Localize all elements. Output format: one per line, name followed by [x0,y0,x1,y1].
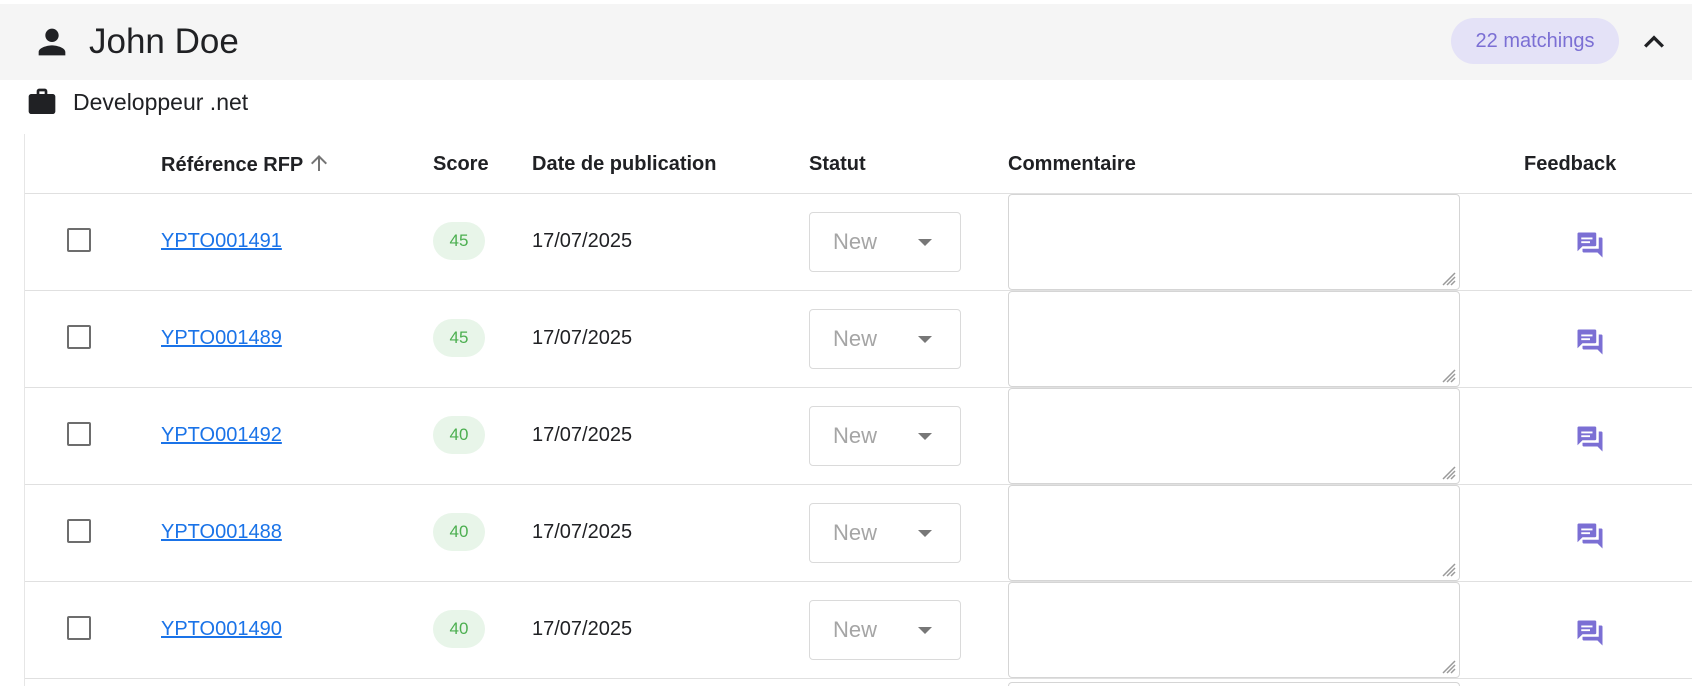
comment-textarea[interactable] [1008,485,1460,581]
status-value: New [833,423,878,448]
publication-date: 17/07/2025 [532,618,633,640]
row-checkbox[interactable] [67,616,91,640]
rfp-reference-link[interactable]: YPTO001492 [161,422,282,448]
matchings-table: Référence RFP Score Date de publication … [24,134,1692,686]
resize-grip-icon[interactable] [1437,364,1457,384]
row-checkbox[interactable] [67,325,91,349]
score-badge: 45 [433,319,485,357]
table-row: YPTO001492 40 17/07/2025 New [25,388,1692,485]
column-header-status[interactable]: Statut [809,151,866,177]
candidate-name: John Doe [89,22,239,61]
resize-grip-icon[interactable] [1437,461,1457,481]
row-checkbox[interactable] [67,519,91,543]
table-row: YPTO001489 45 17/07/2025 New [25,291,1692,388]
caret-down-icon [918,336,932,343]
column-header-reference-label: Référence RFP [161,154,304,176]
score-badge: 40 [433,416,485,454]
publication-date: 17/07/2025 [532,424,633,446]
column-header-score[interactable]: Score [433,151,489,177]
comment-textarea[interactable] [1008,388,1460,484]
caret-down-icon [918,239,932,246]
comment-textarea-partial [1008,682,1460,686]
status-select[interactable]: New [809,503,961,563]
status-select[interactable]: New [809,600,961,660]
status-select[interactable]: New [809,406,961,466]
arrow-up-icon [311,155,328,171]
caret-down-icon [918,627,932,634]
rfp-reference-link[interactable]: YPTO001491 [161,228,282,254]
table-row: YPTO001488 40 17/07/2025 New [25,485,1692,582]
table-body: YPTO001491 45 17/07/2025 New YPTO001489 … [25,194,1692,679]
column-header-date[interactable]: Date de publication [532,151,716,177]
caret-down-icon [918,433,932,440]
table-header: Référence RFP Score Date de publication … [25,134,1692,194]
rfp-reference-link[interactable]: YPTO001488 [161,519,282,545]
comment-textarea[interactable] [1008,194,1460,290]
row-checkbox[interactable] [67,422,91,446]
matchings-count-badge: 22 matchings [1451,18,1619,64]
rfp-reference-link[interactable]: YPTO001489 [161,325,282,351]
publication-date: 17/07/2025 [532,521,633,543]
chevron-up-icon[interactable] [1634,22,1674,62]
score-badge: 40 [433,610,485,648]
caret-down-icon [918,530,932,537]
comment-textarea[interactable] [1008,582,1460,678]
table-row: YPTO001491 45 17/07/2025 New [25,194,1692,291]
briefcase-icon [28,88,56,114]
row-checkbox[interactable] [67,228,91,252]
resize-grip-icon[interactable] [1437,267,1457,287]
resize-grip-icon[interactable] [1437,655,1457,675]
status-value: New [833,326,878,351]
score-badge: 40 [433,513,485,551]
publication-date: 17/07/2025 [532,230,633,252]
status-value: New [833,617,878,642]
table-row-partial [25,682,1692,686]
column-header-feedback: Feedback [1524,153,1617,175]
feedback-chat-icon[interactable] [1575,424,1605,454]
feedback-chat-icon[interactable] [1575,327,1605,357]
feedback-chat-icon[interactable] [1575,521,1605,551]
column-header-comment: Commentaire [1008,153,1136,175]
status-value: New [833,520,878,545]
person-icon [38,28,66,56]
candidate-panel-header[interactable]: John Doe 22 matchings [0,4,1692,80]
feedback-chat-icon[interactable] [1575,618,1605,648]
feedback-chat-icon[interactable] [1575,230,1605,260]
job-title: Developpeur .net [73,89,249,115]
rfp-reference-link[interactable]: YPTO001490 [161,616,282,642]
publication-date: 17/07/2025 [532,327,633,349]
column-header-reference[interactable]: Référence RFP [161,151,331,178]
table-row: YPTO001490 40 17/07/2025 New [25,582,1692,679]
resize-grip-icon[interactable] [1437,558,1457,578]
score-badge: 45 [433,222,485,260]
status-select[interactable]: New [809,309,961,369]
comment-textarea[interactable] [1008,291,1460,387]
status-select[interactable]: New [809,212,961,272]
status-value: New [833,229,878,254]
